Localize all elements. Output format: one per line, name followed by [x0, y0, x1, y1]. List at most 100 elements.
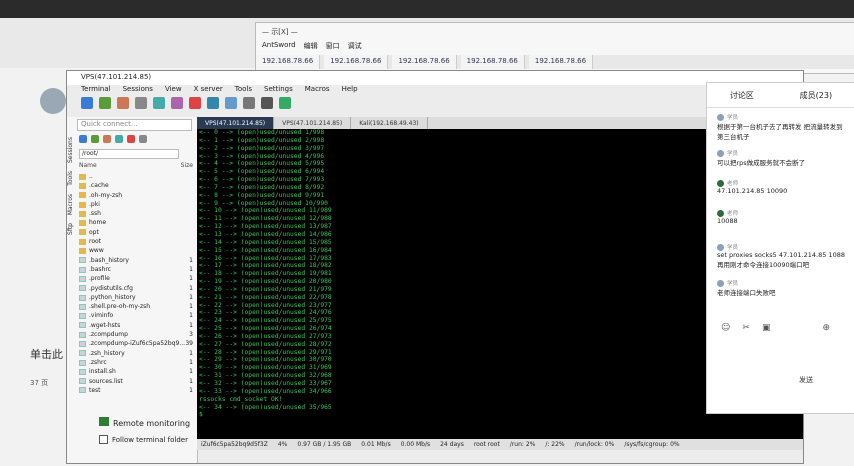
tunneling-icon[interactable]	[225, 97, 237, 109]
emoji-icon[interactable]: ☺	[721, 323, 730, 333]
terminal-line: <-- 22 --> (open)used/unused 23/977	[199, 301, 332, 309]
help-icon[interactable]	[279, 97, 291, 109]
terminal-tab[interactable]: VPS(47.101.214.85)	[274, 117, 352, 129]
menu-view[interactable]: View	[165, 85, 182, 97]
vtab-sftp[interactable]: Sftp	[67, 223, 74, 235]
download-icon[interactable]	[103, 135, 111, 143]
upload-icon[interactable]	[115, 135, 123, 143]
file-row[interactable]: .shell.pre-oh-my-zsh 1	[79, 302, 193, 311]
menu-macros[interactable]: Macros	[305, 85, 330, 97]
file-row[interactable]: sources.list 1	[79, 377, 193, 386]
file-name-text: root	[89, 238, 102, 246]
file-row[interactable]: .pydistutils.cfg 1	[79, 284, 193, 293]
multiexec-icon[interactable]	[207, 97, 219, 109]
menu-settings[interactable]: Settings	[264, 85, 293, 97]
file-name-text: .zshrc	[89, 358, 107, 366]
file-row[interactable]: .viminfo 1	[79, 311, 193, 320]
file-row[interactable]: .python_history 1	[79, 293, 193, 302]
file-row[interactable]: .zshrc 1	[79, 358, 193, 367]
path-input[interactable]: /root/	[79, 149, 179, 159]
terminal-line: <-- 32 --> (open)used/unused 33/967	[199, 380, 332, 387]
follow-folder-checkbox[interactable]	[99, 435, 108, 444]
settings-icon[interactable]	[261, 97, 273, 109]
file-row[interactable]: .wget-hsts 1	[79, 321, 193, 330]
menu-xserver[interactable]: X server	[194, 85, 223, 97]
file-row[interactable]: .pki	[79, 200, 193, 209]
view-icon[interactable]	[171, 97, 183, 109]
terminal-line: <-- 28 --> (open)used/unused 29/971	[199, 348, 332, 356]
antsword-menu-item[interactable]: 编辑	[304, 41, 318, 51]
antsword-menu-item[interactable]: 调试	[348, 41, 362, 51]
file-row[interactable]: .zsh_history 1	[79, 349, 193, 358]
follow-folder-option[interactable]: Follow terminal folder	[99, 435, 188, 444]
up-folder-icon[interactable]	[79, 135, 87, 143]
tools-icon[interactable]	[117, 97, 129, 109]
tab-members[interactable]: 成员(23)	[800, 90, 832, 101]
image-icon[interactable]: ▣	[762, 323, 771, 333]
file-row[interactable]: test 1	[79, 386, 193, 395]
file-row[interactable]: www	[79, 246, 193, 255]
chat-message: 学员 set proxies socks5 47.101.214.85 1088 …	[717, 243, 847, 269]
games-icon[interactable]	[135, 97, 147, 109]
tab-discussion[interactable]: 讨论区	[730, 90, 754, 101]
file-row[interactable]: opt	[79, 228, 193, 237]
vtab-macros[interactable]: Macros	[67, 194, 74, 215]
file-name-text: .ssh	[89, 210, 101, 218]
column-size[interactable]: Size	[181, 162, 193, 169]
sessions-icon[interactable]	[153, 97, 165, 109]
add-icon[interactable]: ⊕	[822, 323, 830, 333]
antsword-tab[interactable]: 192.168.78.66	[256, 55, 321, 69]
servers-icon[interactable]	[99, 97, 111, 109]
menu-sessions[interactable]: Sessions	[123, 85, 153, 97]
column-name[interactable]: Name	[79, 162, 97, 169]
refresh-icon[interactable]	[91, 135, 99, 143]
file-row[interactable]: .bash_history 1	[79, 256, 193, 265]
packages-icon[interactable]	[243, 97, 255, 109]
antsword-tab[interactable]: 192.168.78.66	[392, 55, 457, 69]
split-icon[interactable]	[189, 97, 201, 109]
status-bar: iZuf6c5pa52bq9d5f3Z 4% 0.97 GB / 1.95 GB 0.…	[197, 439, 803, 450]
chat-text: 47.101.214.85 10090	[717, 187, 788, 195]
terminal-tab[interactable]: Kali(192.168.49.43)	[351, 117, 428, 129]
remote-monitoring-button[interactable]: Remote monitoring	[113, 419, 190, 428]
chat-message: 学员 可以把rps做成服务就不会断了	[717, 149, 847, 167]
file-row[interactable]: .zcompdump-iZuf6c5pa52bq9... 39	[79, 339, 193, 348]
antsword-tab[interactable]: 192.168.78.66	[324, 55, 389, 69]
file-row[interactable]: .bashrc 1	[79, 265, 193, 274]
file-row[interactable]: .profile 1	[79, 274, 193, 283]
menu-help[interactable]: Help	[342, 85, 358, 97]
menu-terminal[interactable]: Terminal	[81, 85, 111, 97]
file-name: opt	[79, 228, 99, 237]
vtab-tools[interactable]: Tools	[67, 171, 74, 186]
file-row[interactable]: .ssh	[79, 209, 193, 218]
menu-tools[interactable]: Tools	[235, 85, 252, 97]
terminal-line: <-- 15 --> (open)used/unused 16/984	[199, 246, 332, 254]
file-name: .python_history	[79, 293, 136, 302]
file-row[interactable]: .zcompdump 3	[79, 330, 193, 339]
antsword-menu-item[interactable]: 窗口	[326, 41, 340, 51]
delete-icon[interactable]	[127, 135, 135, 143]
terminal-line: <-- 14 --> (open)used/unused 15/985	[199, 238, 332, 246]
terminal-output: <-- 0 --> (open)used/unused 1/998 <-- 1 -…	[199, 129, 399, 419]
antsword-tab[interactable]: 192.168.78.66	[528, 55, 594, 69]
file-row[interactable]: home	[79, 218, 193, 227]
scissors-icon[interactable]: ✂	[742, 323, 750, 333]
vtab-sessions[interactable]: Sessions	[67, 137, 74, 163]
file-row[interactable]: install.sh 1	[79, 367, 193, 376]
file-row[interactable]: .oh-my-zsh	[79, 191, 193, 200]
file-name-text: .profile	[89, 275, 110, 283]
session-icon[interactable]	[81, 97, 93, 109]
antsword-tab[interactable]: 192.168.78.66	[460, 55, 525, 69]
file-row[interactable]: .cache	[79, 181, 193, 190]
new-folder-icon[interactable]	[139, 135, 147, 143]
file-name-text: .zcompdump	[89, 331, 128, 339]
file-name-text: sources.list	[89, 377, 123, 385]
file-row[interactable]: root	[79, 237, 193, 246]
antsword-menu-item[interactable]: AntSword	[262, 41, 296, 51]
send-button[interactable]: 发送	[799, 375, 813, 385]
quick-connect-input[interactable]: Quick connect...	[77, 119, 192, 131]
terminal-line: <-- 11 --> (open)used/unused 12/988	[199, 215, 332, 223]
terminal-tab[interactable]: VPS(47.101.214.85)	[197, 117, 275, 129]
file-name: .oh-my-zsh	[79, 191, 122, 200]
file-row[interactable]: ..	[79, 172, 193, 181]
